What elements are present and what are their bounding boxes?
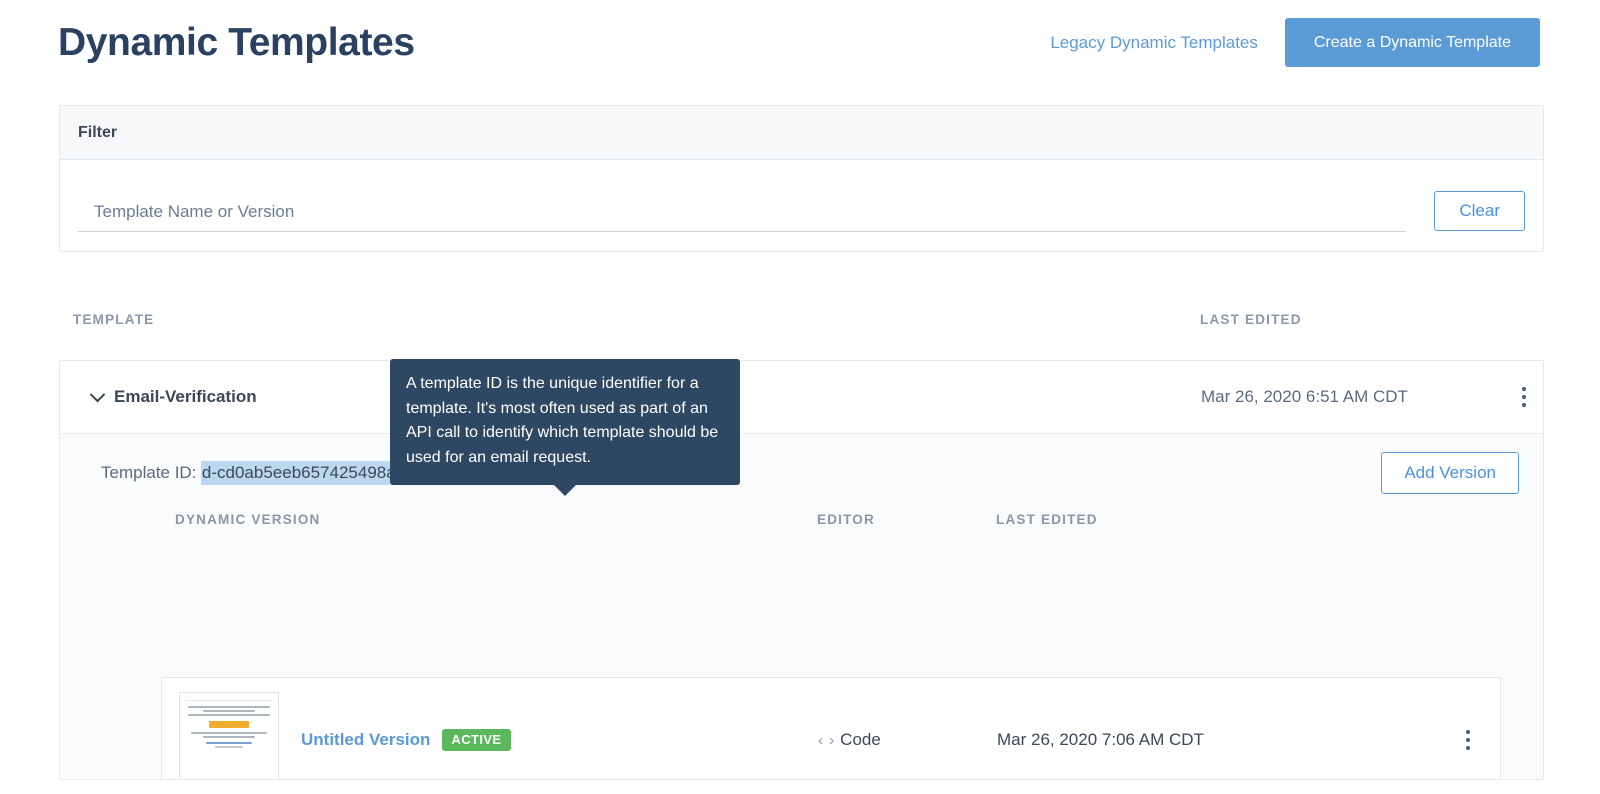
- template-id-label: Template ID:: [101, 463, 197, 482]
- template-last-edited: Mar 26, 2020 6:51 AM CDT: [1201, 387, 1408, 406]
- thumbnail-line: [203, 735, 255, 738]
- kebab-dot: [1466, 730, 1470, 734]
- kebab-dot: [1522, 387, 1526, 391]
- versions-column-headers: DYNAMIC VERSION EDITOR LAST EDITED: [60, 512, 1543, 550]
- filter-input-wrapper: [78, 202, 1407, 232]
- kebab-menu-icon[interactable]: [1462, 726, 1474, 754]
- clear-filter-button[interactable]: Clear: [1434, 191, 1525, 231]
- version-name-link[interactable]: Untitled Version: [301, 730, 430, 750]
- templates-column-headers: TEMPLATE LAST EDITED: [59, 312, 1544, 334]
- page-title: Dynamic Templates: [58, 21, 415, 64]
- list-item[interactable]: Untitled Version ACTIVE ‹ › Code Mar 26,…: [161, 677, 1501, 779]
- kebab-dot: [1522, 403, 1526, 407]
- template-id-tooltip: A template ID is the unique identifier f…: [390, 359, 740, 496]
- thumbnail-cta-button: [209, 720, 249, 728]
- create-dynamic-template-button[interactable]: Create a Dynamic Template: [1284, 18, 1540, 67]
- thumbnail-link-line: [206, 741, 252, 744]
- page-header: Dynamic Templates Legacy Dynamic Templat…: [0, 0, 1600, 85]
- template-list-card: Email-Verification Mar 26, 2020 6:51 AM …: [59, 360, 1544, 780]
- kebab-menu-icon[interactable]: [1518, 383, 1530, 411]
- thumbnail-line: [188, 713, 270, 716]
- kebab-dot: [1522, 395, 1526, 399]
- column-header-version-last-edited: LAST EDITED: [996, 512, 1098, 527]
- kebab-dot: [1466, 746, 1470, 750]
- tooltip-text: A template ID is the unique identifier f…: [406, 375, 719, 466]
- template-name: Email-Verification: [114, 387, 257, 406]
- thumbnail-line: [203, 709, 255, 712]
- version-thumbnail[interactable]: [179, 691, 279, 779]
- thumbnail-line: [215, 745, 243, 748]
- table-row[interactable]: Email-Verification Mar 26, 2020 6:51 AM …: [60, 361, 1543, 434]
- template-filter-input[interactable]: [78, 202, 1407, 232]
- column-header-template: TEMPLATE: [73, 312, 155, 327]
- status-badge: ACTIVE: [442, 729, 511, 751]
- template-expanded-panel: Template ID: d-cd0ab5eeb657425498a0de713…: [60, 434, 1543, 779]
- expand-collapse-toggle[interactable]: [80, 386, 114, 403]
- version-editor-label: Code: [840, 730, 881, 749]
- thumbnail-line: [188, 705, 270, 708]
- filter-card-header: Filter: [60, 106, 1543, 160]
- filter-card: Filter Clear: [59, 105, 1544, 252]
- add-version-button[interactable]: Add Version: [1381, 452, 1519, 494]
- column-header-last-edited: LAST EDITED: [1200, 312, 1302, 327]
- column-header-editor: EDITOR: [817, 512, 875, 527]
- filter-card-body: Clear: [60, 160, 1543, 251]
- tooltip-arrow: [554, 485, 576, 496]
- version-name-group: Untitled Version ACTIVE: [301, 729, 511, 751]
- legacy-dynamic-templates-link[interactable]: Legacy Dynamic Templates: [1050, 33, 1258, 53]
- header-actions: Legacy Dynamic Templates Create a Dynami…: [1050, 18, 1540, 67]
- version-editor: ‹ › Code: [818, 730, 881, 750]
- template-id-row: Template ID: d-cd0ab5eeb657425498a0de713…: [60, 434, 1543, 512]
- filter-heading: Filter: [78, 123, 118, 141]
- column-header-dynamic-version: DYNAMIC VERSION: [175, 512, 321, 527]
- thumbnail-line: [191, 731, 267, 734]
- code-brackets-icon: ‹ ›: [818, 731, 836, 749]
- chevron-down-icon: [89, 386, 105, 402]
- version-thumbnail-preview: [185, 699, 273, 748]
- kebab-dot: [1466, 738, 1470, 742]
- version-last-edited: Mar 26, 2020 7:06 AM CDT: [997, 730, 1204, 749]
